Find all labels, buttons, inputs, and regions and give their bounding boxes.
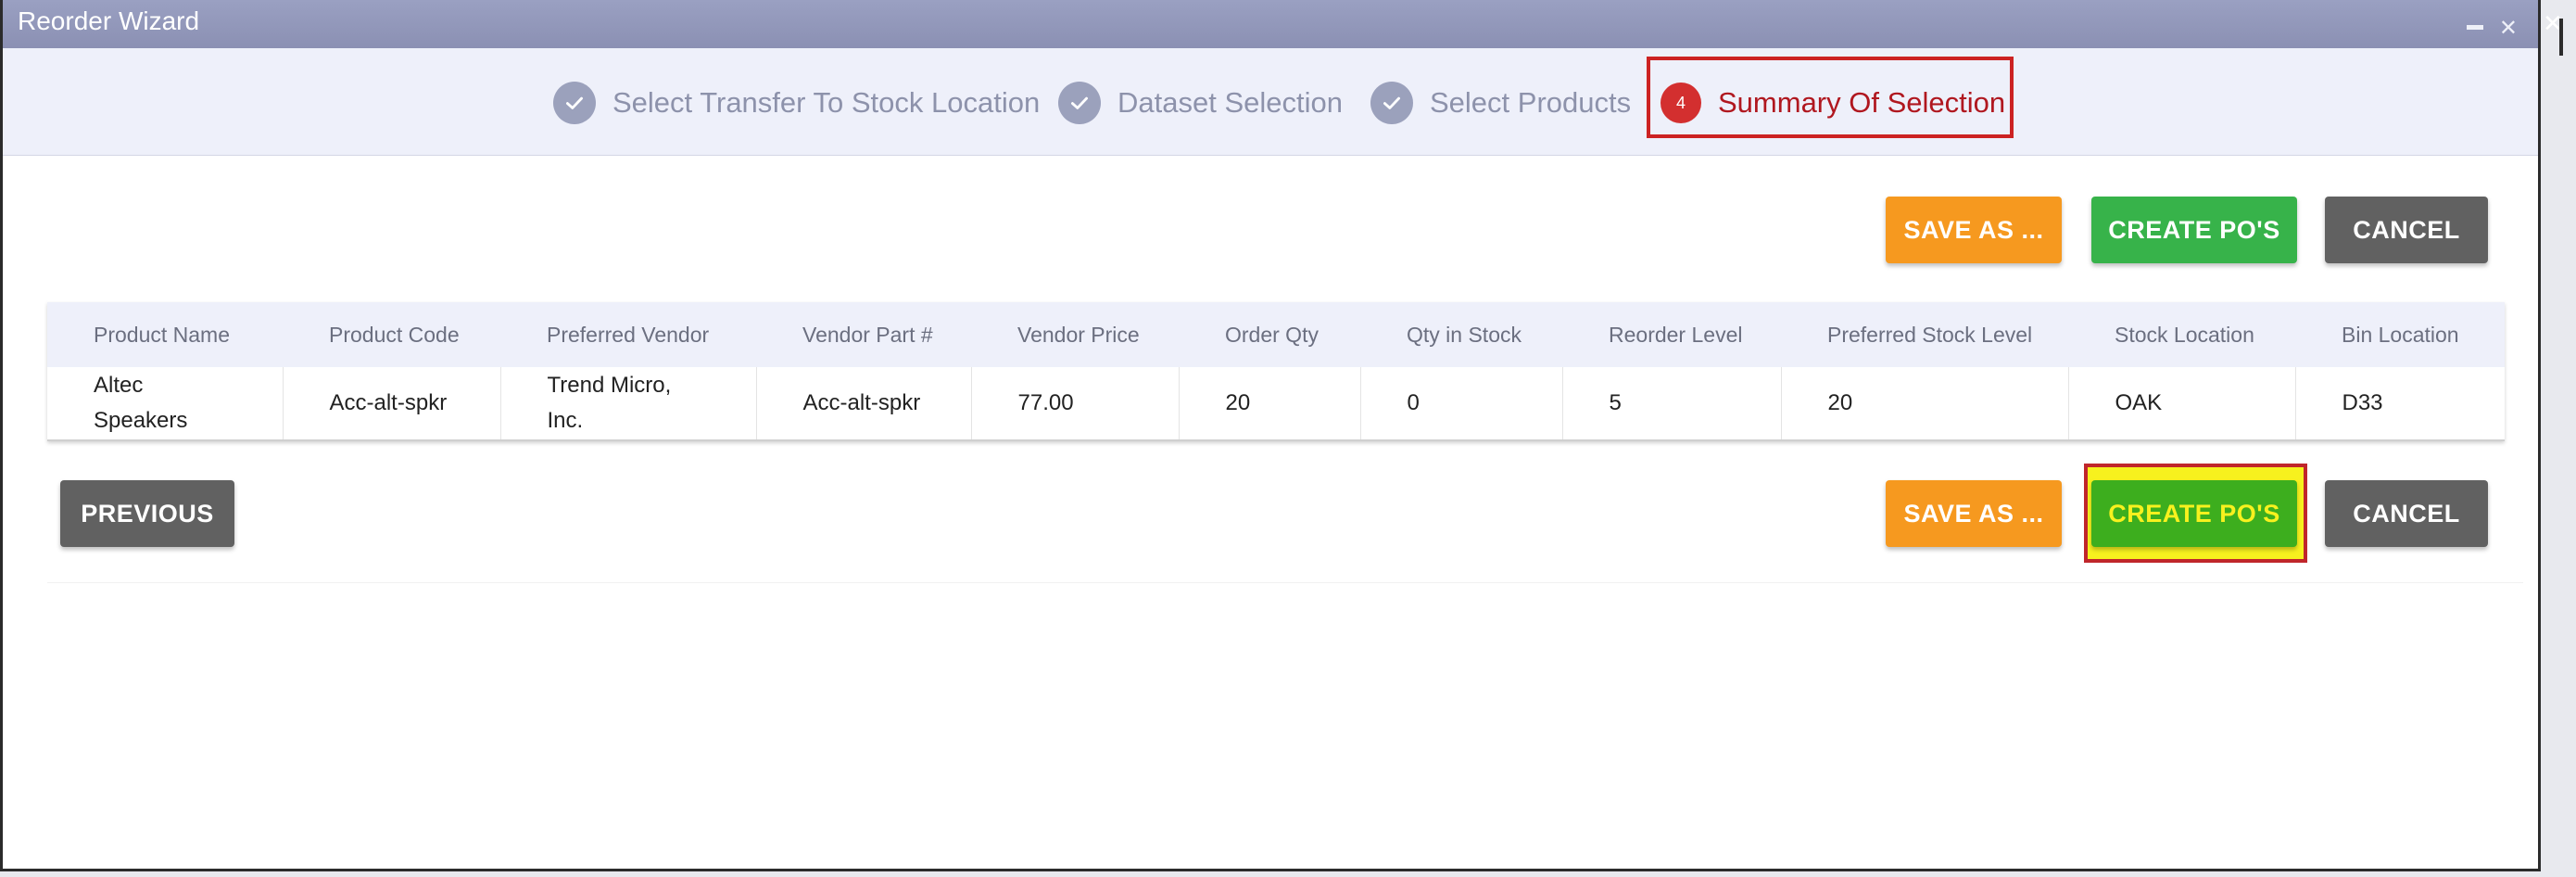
cell-product-code: Acc-alt-spkr [283,367,501,441]
column-header[interactable]: Vendor Part # [756,302,971,367]
cell-reorder-level: 5 [1562,367,1782,441]
window-title: Reorder Wizard [18,6,200,35]
save-as-button-bottom[interactable]: SAVE AS ... [1886,480,2062,547]
save-as-button-top[interactable]: SAVE AS ... [1886,197,2062,263]
column-header[interactable]: Reorder Level [1562,302,1781,367]
reorder-wizard-window: Reorder Wizard ✕ Select Transfer To Stoc… [0,0,2541,871]
step-select-products[interactable]: Select Products [1370,77,1631,129]
cell-preferred-vendor: Trend Micro, Inc. [500,367,757,441]
create-pos-button-top[interactable]: CREATE PO'S [2091,197,2297,263]
table-header-row: Product Name Product Code Preferred Vend… [47,302,2505,367]
column-header[interactable]: Product Code [283,302,500,367]
cell-stock-location: OAK [2068,367,2296,441]
column-header[interactable]: Order Qty [1179,302,1360,367]
table-row[interactable]: Altec Speakers Acc-alt-spkr Trend Micro,… [47,367,2505,441]
column-header[interactable]: Vendor Price [971,302,1179,367]
cell-bin-location: D33 [2295,367,2505,441]
cell-qty-in-stock: 0 [1360,367,1563,441]
column-header[interactable]: Product Name [47,302,283,367]
check-icon [553,82,596,124]
cancel-button-bottom[interactable]: CANCEL [2325,480,2488,547]
step-dataset-selection[interactable]: Dataset Selection [1058,77,1343,129]
column-header[interactable]: Preferred Stock Level [1781,302,2068,367]
cell-vendor-price: 77.00 [971,367,1180,441]
wizard-stepper: Select Transfer To Stock Location Datase… [3,48,2538,156]
cell-vendor-part: Acc-alt-spkr [756,367,972,441]
divider [47,582,2523,583]
window-edge [2559,19,2563,56]
cell-preferred-stock-level: 20 [1781,367,2069,441]
step-select-transfer-location[interactable]: Select Transfer To Stock Location [553,77,1040,129]
previous-button[interactable]: PREVIOUS [60,480,234,547]
title-bar: Reorder Wizard ✕ [3,0,2538,48]
column-header[interactable]: Bin Location [2295,302,2505,367]
cancel-button-top[interactable]: CANCEL [2325,197,2488,263]
close-icon[interactable]: ✕ [2499,7,2518,50]
step-label: Dataset Selection [1118,86,1343,119]
column-header[interactable]: Qty in Stock [1360,302,1562,367]
check-icon [1370,82,1413,124]
cell-product-name: Altec Speakers [47,367,284,441]
step-label: Select Transfer To Stock Location [612,86,1041,119]
summary-table: Product Name Product Code Preferred Vend… [47,302,2505,441]
step-label: Select Products [1430,86,1632,119]
active-step-highlight [1647,57,2014,138]
column-header[interactable]: Stock Location [2068,302,2295,367]
check-icon [1058,82,1101,124]
create-pos-button-bottom[interactable]: CREATE PO'S [2091,480,2297,547]
column-header[interactable]: Preferred Vendor [500,302,756,367]
cell-order-qty: 20 [1179,367,1361,441]
minimize-icon[interactable] [2457,7,2484,50]
window-controls: ✕ [2448,7,2518,50]
